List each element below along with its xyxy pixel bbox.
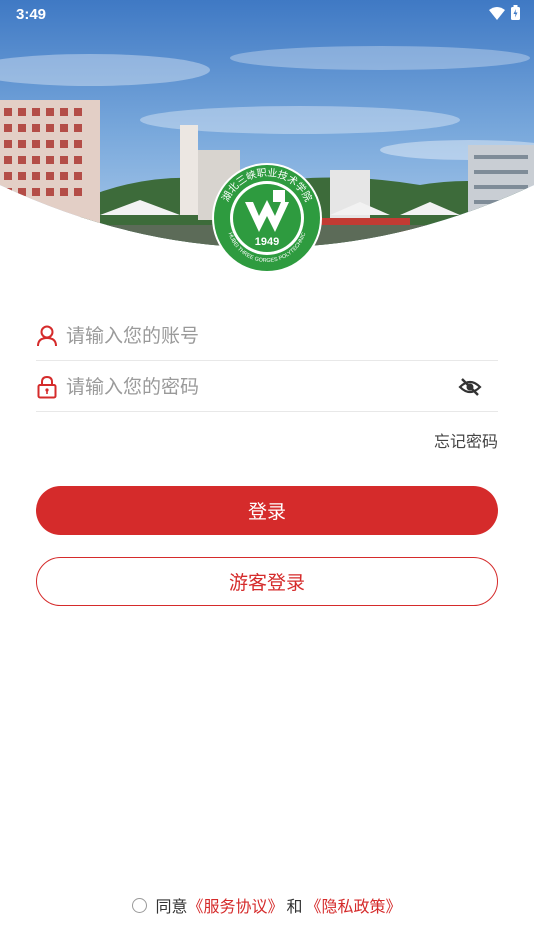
agreement-prefix: 同意 xyxy=(155,897,188,916)
lock-icon xyxy=(36,375,58,399)
agreement-conjunction: 和 xyxy=(286,897,303,916)
password-input[interactable] xyxy=(66,375,456,398)
wifi-icon xyxy=(489,5,505,24)
account-field xyxy=(36,311,498,361)
privacy-policy-link[interactable]: 《隐私政策》 xyxy=(306,893,402,917)
logo-year: 1949 xyxy=(255,236,279,248)
status-bar: 3:49 xyxy=(0,0,534,28)
agreement-row: 同意 《服务协议》 和 《隐私政策》 xyxy=(0,894,534,916)
status-icons xyxy=(489,4,520,24)
guest-login-button[interactable]: 游客登录 xyxy=(36,557,498,606)
password-field xyxy=(36,362,498,412)
account-input[interactable] xyxy=(66,324,498,347)
forgot-password-link[interactable]: 忘记密码 xyxy=(434,428,498,452)
service-agreement-link[interactable]: 《服务协议》 xyxy=(187,893,283,917)
battery-icon xyxy=(511,4,520,24)
login-button[interactable]: 登录 xyxy=(36,486,498,535)
eye-off-icon[interactable] xyxy=(456,375,484,399)
school-logo: 1949 湖北三峡职业技术学院 HUBEI THREE GORGES POLYT… xyxy=(211,162,323,274)
status-time: 3:49 xyxy=(16,5,47,23)
agreement-radio[interactable] xyxy=(132,897,148,913)
user-icon xyxy=(36,324,58,348)
